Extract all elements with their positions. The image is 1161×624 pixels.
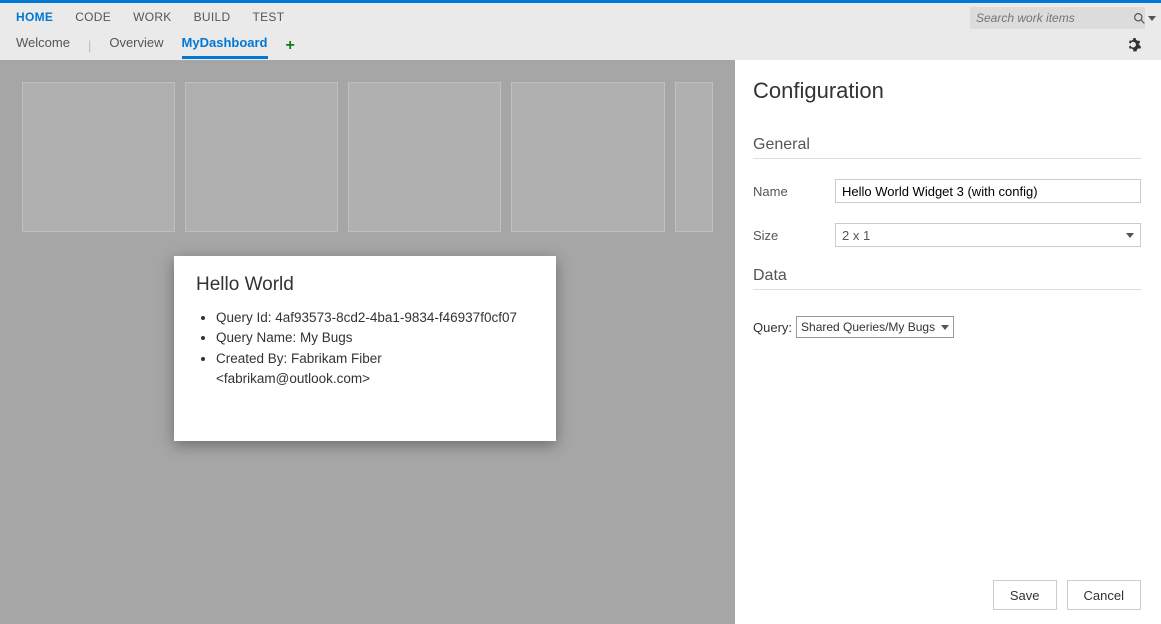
nav-build[interactable]: BUILD (194, 10, 231, 24)
widget-title: Hello World (196, 274, 534, 296)
dashboard-area: Hello World Query Id: 4af93573-8cd2-4ba1… (0, 60, 735, 624)
placeholder-tile (185, 82, 338, 232)
subnav-mydashboard[interactable]: MyDashboard (182, 35, 268, 59)
placeholder-tile (511, 82, 664, 232)
main-content: Hello World Query Id: 4af93573-8cd2-4ba1… (0, 60, 1161, 624)
name-input[interactable] (835, 179, 1141, 203)
placeholder-tile (348, 82, 501, 232)
subnav-welcome[interactable]: Welcome (16, 35, 70, 56)
settings-gear-icon[interactable] (1127, 37, 1143, 56)
query-field-row: Query: Shared Queries/My Bugs (753, 316, 1141, 338)
nav-code[interactable]: CODE (75, 10, 111, 24)
section-data-header: Data (753, 267, 1141, 290)
config-panel-footer: Save Cancel (753, 568, 1141, 610)
query-select-value: Shared Queries/My Bugs (801, 320, 935, 334)
widget-detail-item: Created By: Fabrikam Fiber <fabrikam@out… (216, 349, 534, 390)
query-label: Query: (753, 320, 792, 335)
widget-detail-item: Query Id: 4af93573-8cd2-4ba1-9834-f46937… (216, 308, 534, 328)
search-icon[interactable] (1133, 12, 1156, 25)
nav-test[interactable]: TEST (252, 10, 284, 24)
size-label: Size (753, 228, 835, 243)
widget-detail-item: Query Name: My Bugs (216, 328, 534, 348)
name-field-row: Name (753, 179, 1141, 203)
search-box[interactable] (970, 7, 1145, 29)
query-select[interactable]: Shared Queries/My Bugs (796, 316, 954, 338)
add-tab-button[interactable]: + (286, 37, 295, 55)
cancel-button[interactable]: Cancel (1067, 580, 1141, 610)
size-select-value: 2 x 1 (842, 228, 870, 243)
size-select[interactable]: 2 x 1 (835, 223, 1141, 247)
nav-home[interactable]: HOME (16, 10, 53, 24)
name-label: Name (753, 184, 835, 199)
chevron-down-icon (1126, 233, 1134, 238)
save-button[interactable]: Save (993, 580, 1057, 610)
config-panel-title: Configuration (753, 78, 1141, 104)
widget-details-list: Query Id: 4af93573-8cd2-4ba1-9834-f46937… (196, 308, 534, 389)
hello-world-widget[interactable]: Hello World Query Id: 4af93573-8cd2-4ba1… (174, 256, 556, 441)
placeholder-tile (22, 82, 175, 232)
size-field-row: Size 2 x 1 (753, 223, 1141, 247)
subnav-separator: | (88, 38, 91, 53)
secondary-nav: Welcome | Overview MyDashboard + (0, 31, 1161, 60)
search-input[interactable] (976, 11, 1133, 25)
subnav-overview[interactable]: Overview (109, 35, 163, 56)
top-bar: HOME CODE WORK BUILD TEST Welcome | Over… (0, 3, 1161, 60)
placeholder-tile (675, 82, 713, 232)
nav-work[interactable]: WORK (133, 10, 172, 24)
configuration-panel: Configuration General Name Size 2 x 1 Da… (735, 60, 1161, 624)
placeholder-row (22, 82, 713, 232)
primary-nav: HOME CODE WORK BUILD TEST (0, 3, 1161, 31)
search-caret-icon (1148, 16, 1156, 21)
chevron-down-icon (941, 325, 949, 330)
section-general-header: General (753, 136, 1141, 159)
